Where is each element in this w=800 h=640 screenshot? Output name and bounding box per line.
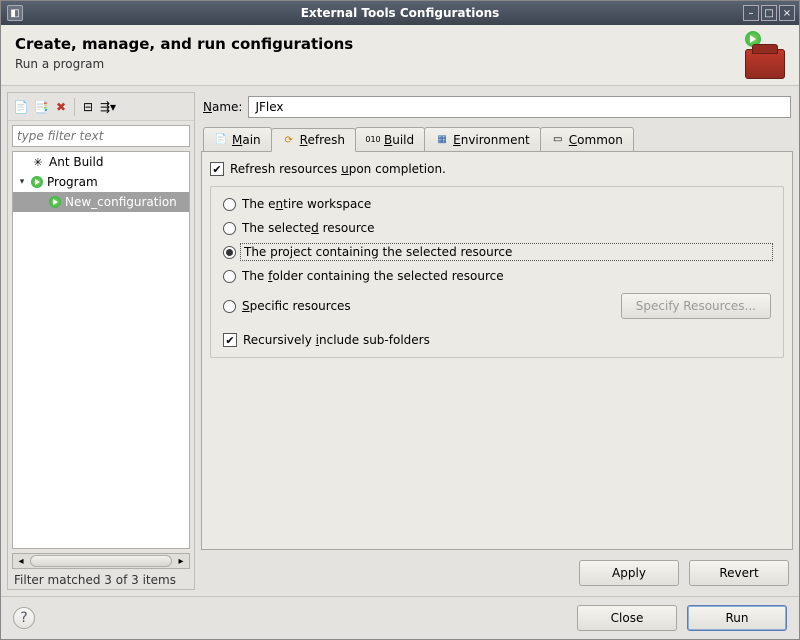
tab-label: Refresh (300, 133, 345, 147)
radio-icon[interactable] (223, 198, 236, 211)
toolbox-icon (745, 49, 785, 79)
revert-button[interactable]: Revert (689, 560, 789, 586)
specify-resources-button: Specify Resources... (621, 293, 771, 319)
tab-label: Common (569, 133, 623, 147)
radio-label: The project containing the selected reso… (242, 245, 771, 259)
refresh-on-completion-row: Refresh resources upon completion. (210, 162, 784, 176)
name-input[interactable] (248, 96, 791, 118)
tabstrip: 📄 Main ⟳ Refresh 010 Build ▦ Environment… (201, 126, 793, 152)
filter-menu-icon[interactable]: ⇶▾ (99, 98, 117, 116)
filter-input[interactable] (12, 125, 190, 147)
recurse-subfolders-checkbox[interactable] (223, 333, 237, 347)
radio-specific-resources[interactable]: Specific resources Specify Resources... (223, 293, 771, 319)
program-icon (49, 196, 61, 208)
recurse-subfolders-row: Recursively include sub-folders (223, 333, 771, 347)
delete-config-icon[interactable]: ✖ (52, 98, 70, 116)
duplicate-config-icon[interactable]: 📑 (32, 98, 50, 116)
new-config-icon[interactable]: 📄 (12, 98, 30, 116)
scroll-left-icon[interactable]: ◂ (13, 556, 29, 567)
common-tab-icon: ▭ (551, 133, 565, 147)
ant-icon (31, 155, 45, 169)
radio-folder-containing[interactable]: The folder containing the selected resou… (223, 269, 771, 283)
radio-icon[interactable] (223, 222, 236, 235)
app-menu-icon[interactable]: ◧ (7, 5, 23, 21)
tree-item-ant[interactable]: Ant Build (13, 152, 189, 172)
refresh-on-completion-checkbox[interactable] (210, 162, 224, 176)
build-tab-icon: 010 (366, 133, 380, 147)
page-subtitle: Run a program (15, 57, 737, 71)
collapse-all-icon[interactable]: ⊟ (79, 98, 97, 116)
tab-environment[interactable]: ▦ Environment (424, 127, 541, 151)
radio-entire-workspace[interactable]: The entire workspace (223, 197, 771, 211)
tab-main[interactable]: 📄 Main (203, 127, 272, 151)
apply-revert-row: Apply Revert (201, 550, 793, 590)
run-button[interactable]: Run (687, 605, 787, 631)
page-title: Create, manage, and run configurations (15, 35, 737, 53)
close-button[interactable]: Close (577, 605, 677, 631)
tree-item-label: Program (47, 175, 98, 189)
titlebar: ◧ External Tools Configurations – □ × (1, 1, 799, 25)
tree-item-program[interactable]: Program (13, 172, 189, 192)
tab-common[interactable]: ▭ Common (540, 127, 634, 151)
minimize-icon[interactable]: – (743, 5, 759, 21)
refresh-scope-group: The entire workspace The selected resour… (210, 186, 784, 358)
tree-item-label: Ant Build (49, 155, 103, 169)
radio-icon[interactable] (223, 246, 236, 259)
scroll-thumb[interactable] (30, 555, 172, 567)
config-tree[interactable]: Ant Build Program New_configuration (12, 151, 190, 549)
help-icon[interactable]: ? (13, 607, 35, 629)
tab-label: Build (384, 133, 414, 147)
tab-label: Main (232, 133, 261, 147)
toolbar-separator (74, 98, 75, 116)
radio-label: The folder containing the selected resou… (242, 269, 504, 283)
refresh-on-completion-label: Refresh resources upon completion. (230, 162, 446, 176)
radio-selected-resource[interactable]: The selected resource (223, 221, 771, 235)
tab-build[interactable]: 010 Build (355, 127, 425, 151)
tree-hscrollbar[interactable]: ◂ ▸ (12, 553, 190, 569)
close-icon[interactable]: × (779, 5, 795, 21)
radio-label: Specific resources (242, 299, 615, 313)
filter-status: Filter matched 3 of 3 items (8, 571, 194, 589)
recurse-subfolders-label: Recursively include sub-folders (243, 333, 430, 347)
maximize-icon[interactable]: □ (761, 5, 777, 21)
tree-toolbar: 📄 📑 ✖ ⊟ ⇶▾ (8, 93, 194, 121)
apply-button[interactable]: Apply (579, 560, 679, 586)
radio-icon[interactable] (223, 270, 236, 283)
tab-refresh[interactable]: ⟳ Refresh (271, 128, 356, 152)
expander-icon[interactable] (17, 177, 27, 187)
window-title: External Tools Configurations (1, 6, 799, 20)
tab-label: Environment (453, 133, 530, 147)
left-pane: 📄 📑 ✖ ⊟ ⇶▾ Ant Build Program (7, 92, 195, 590)
radio-label: The selected resource (242, 221, 375, 235)
window: ◧ External Tools Configurations – □ × Cr… (0, 0, 800, 640)
env-tab-icon: ▦ (435, 133, 449, 147)
program-icon (31, 176, 43, 188)
radio-project-containing[interactable]: The project containing the selected reso… (223, 245, 771, 259)
footer: ? Close Run (1, 596, 799, 639)
tree-item-new-configuration[interactable]: New_configuration (13, 192, 189, 212)
main-tab-icon: 📄 (214, 133, 228, 147)
scroll-right-icon[interactable]: ▸ (173, 556, 189, 567)
tree-item-label: New_configuration (65, 195, 177, 209)
header: Create, manage, and run configurations R… (1, 25, 799, 86)
radio-label: The entire workspace (242, 197, 371, 211)
header-icon (737, 35, 785, 79)
radio-icon[interactable] (223, 300, 236, 313)
refresh-tab-icon: ⟳ (282, 133, 296, 147)
name-label: Name: (203, 100, 242, 114)
refresh-tab-page: Refresh resources upon completion. The e… (201, 152, 793, 550)
right-pane: Name: 📄 Main ⟳ Refresh 010 Build ▦ (201, 92, 793, 590)
